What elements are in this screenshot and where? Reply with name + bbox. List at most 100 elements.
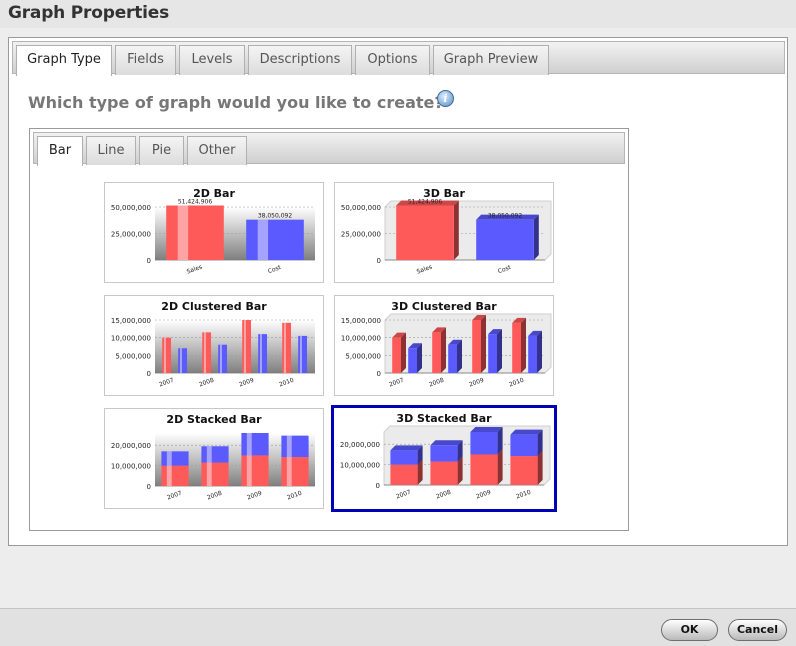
subtab-bar[interactable]: Bar	[37, 136, 83, 166]
title-bar: Graph Properties	[0, 0, 796, 28]
bar-highlight	[259, 334, 262, 373]
graph-type-chooser: Bar Line Pie Other 50,000,000 25,000,000 0…	[29, 128, 629, 531]
x-tick-label: 2009	[238, 377, 255, 389]
tab-graph-preview[interactable]: Graph Preview	[433, 45, 549, 75]
y-tick-label: 15,000,000	[111, 317, 151, 325]
bar-highlight	[163, 337, 166, 373]
y-tick-label: 0	[377, 257, 381, 265]
bar-highlight	[243, 320, 246, 373]
bar-side	[457, 339, 462, 373]
bar-side	[533, 214, 539, 260]
subtab-pie[interactable]: Pie	[139, 136, 184, 165]
bar-segment	[161, 451, 189, 466]
bar	[246, 219, 304, 260]
x-tick-label: 2008	[428, 377, 445, 389]
x-tick-label: 2007	[158, 377, 175, 389]
info-icon[interactable]: i	[437, 90, 454, 107]
bar-segment-highlight	[166, 465, 172, 486]
bar-segment-highlight	[246, 455, 252, 486]
bar-segment	[470, 432, 498, 455]
bar-segment	[281, 435, 309, 458]
bar-segment-top	[390, 445, 423, 451]
bar-segment	[241, 433, 269, 456]
tab-descriptions[interactable]: Descriptions	[248, 45, 352, 75]
bar-side	[401, 332, 406, 373]
bar	[396, 205, 454, 260]
bar-segment	[510, 456, 538, 485]
y-tick-label: 25,000,000	[341, 231, 381, 239]
bar-segment-top	[430, 440, 463, 446]
x-tick-label: 2010	[508, 377, 525, 389]
x-tick-label: Sales	[186, 264, 203, 276]
subtab-other[interactable]: Other	[187, 136, 247, 165]
graph-category-tab-bar: Bar Line Pie Other	[33, 132, 625, 166]
bar	[512, 322, 521, 373]
data-label: 38,050,092	[488, 213, 523, 220]
bar-segment	[430, 445, 458, 462]
y-tick-label: 5,000,000	[345, 352, 381, 360]
ok-button[interactable]: OK	[661, 619, 718, 641]
bar-segment	[201, 462, 229, 486]
bar	[202, 332, 211, 373]
tab-levels[interactable]: Levels	[179, 45, 245, 75]
bar-segment	[470, 454, 498, 485]
bar-segment-highlight	[286, 435, 292, 458]
subtab-line[interactable]: Line	[86, 136, 136, 165]
bar-side	[497, 329, 502, 373]
bar	[218, 344, 227, 373]
bar	[432, 332, 441, 373]
bar	[472, 320, 481, 373]
tab-graph-type[interactable]: Graph Type	[16, 45, 112, 76]
thumbnail-3d-bar[interactable]: 50,000,000 25,000,000 0 51,424,906 Sales 38,0…	[334, 182, 554, 283]
bar-highlight	[219, 344, 222, 373]
bar-highlight	[283, 322, 286, 373]
bar-highlight	[179, 348, 182, 373]
bar-highlight	[203, 332, 206, 373]
x-tick-label: Sales	[416, 264, 433, 276]
bar-segment	[430, 461, 458, 485]
data-label: 38,050,092	[258, 213, 293, 220]
x-tick-label: 2008	[206, 490, 223, 502]
bar-segment	[390, 464, 418, 485]
thumbnail-2d-clustered-bar[interactable]: 15,000,000 10,000,000 5,000,000 0 2007 2008 20…	[104, 295, 324, 396]
x-tick-label: 2009	[475, 489, 492, 501]
thumbnail-2d-bar[interactable]: 50,000,000 25,000,000 0 51,424,906 Sales 38,0…	[104, 182, 324, 283]
x-tick-label: 2007	[166, 490, 183, 502]
x-tick-label: 2009	[246, 490, 263, 502]
y-tick-label: 0	[377, 370, 381, 378]
bar-highlight	[177, 205, 189, 260]
bar-segment	[390, 450, 418, 465]
dialog-button-bar: OK Cancel	[0, 608, 796, 646]
cancel-button[interactable]: Cancel	[728, 619, 787, 641]
x-tick-label: 2010	[278, 377, 295, 389]
tab-fields[interactable]: Fields	[115, 45, 176, 75]
bar	[166, 205, 224, 260]
bar	[528, 335, 537, 373]
y-tick-label: 10,000,000	[340, 462, 380, 470]
x-tick-label: 2009	[468, 377, 485, 389]
x-tick-label: 2010	[286, 490, 303, 502]
y-tick-label: 0	[147, 257, 151, 265]
bar-segment-top	[470, 427, 503, 432]
window-title: Graph Properties	[8, 3, 170, 23]
thumbnail-3d-clustered-bar[interactable]: 15,000,000 10,000,000 5,000,000 0 2007 2008 20…	[334, 295, 554, 396]
y-tick-label: 5,000,000	[115, 352, 151, 360]
thumbnail-3d-stacked-bar[interactable]: 20,000,000 10,000,000 0 2007 2008 2009 2010 3D…	[331, 405, 557, 512]
y-tick-label: 10,000,000	[341, 335, 381, 343]
graph-type-question: Which type of graph would you like to cr…	[28, 93, 444, 112]
bar-segment-side	[497, 449, 503, 485]
thumbnail-2d-stacked-bar[interactable]: 20,000,000 10,000,000 0 2007 2008 2009 2010 2D…	[104, 408, 324, 509]
x-tick-label: Cost	[497, 264, 513, 275]
bar-segment-highlight	[206, 462, 212, 486]
thumbnail-title: 3D Bar	[423, 187, 465, 200]
bar	[282, 322, 291, 373]
main-tab-bar: Graph Type Fields Levels Descriptions Op…	[12, 41, 785, 76]
thumbnail-title: 3D Stacked Bar	[396, 412, 492, 425]
bar-segment-highlight	[286, 457, 292, 486]
thumbnail-title: 2D Clustered Bar	[161, 300, 267, 313]
bar-segment-highlight	[246, 433, 252, 456]
tab-options[interactable]: Options	[355, 45, 430, 75]
bar-segment	[281, 457, 309, 486]
bar	[448, 344, 457, 373]
bar-side	[481, 315, 486, 373]
